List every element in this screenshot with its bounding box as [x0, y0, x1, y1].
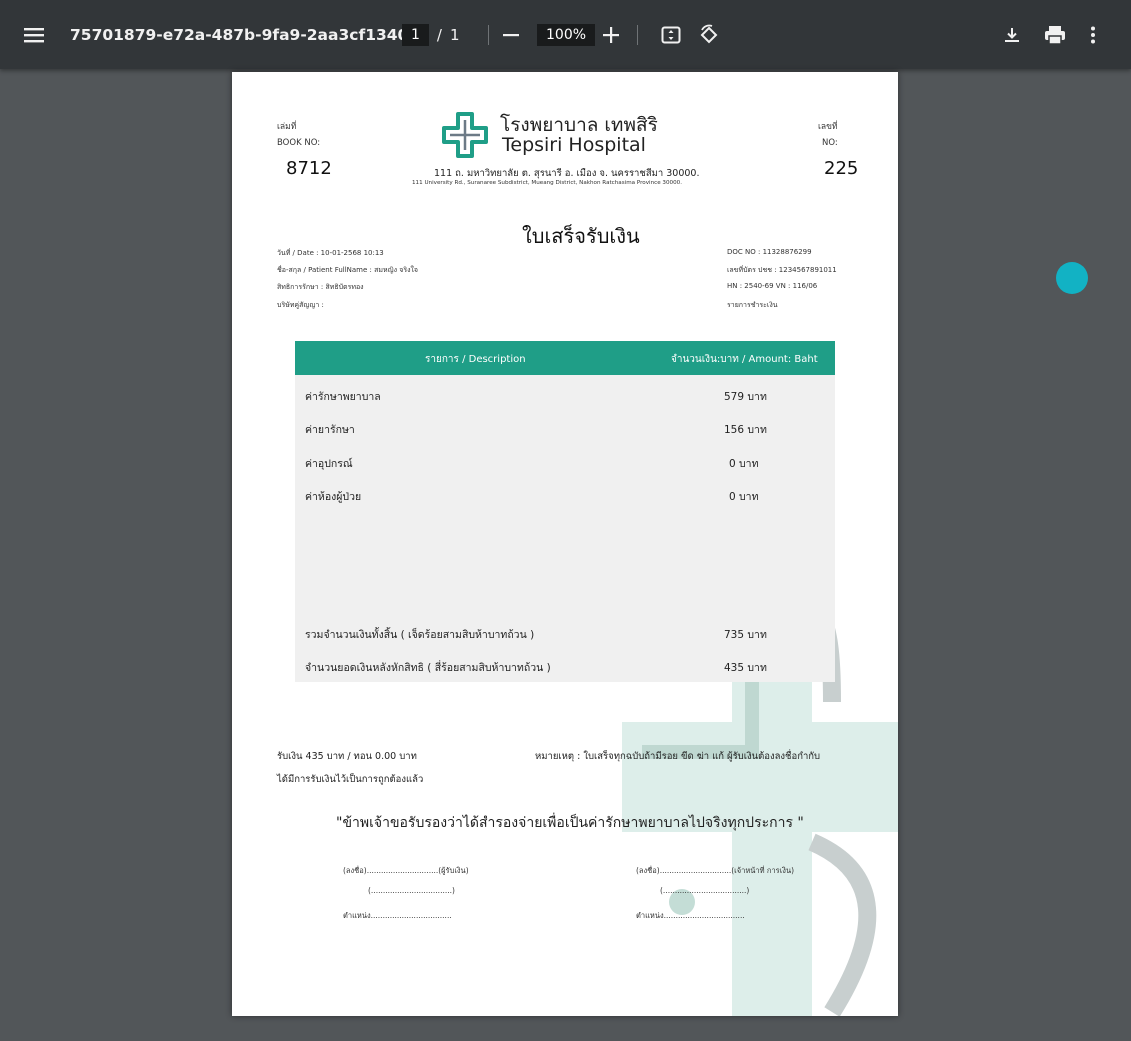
signature-finance-name: (...................................) [660, 886, 750, 895]
more-icon[interactable] [1090, 0, 1096, 69]
net-amount: 435 บาท [724, 662, 767, 674]
item-amount: 156 บาท [724, 424, 767, 436]
cursor-indicator [1056, 262, 1088, 294]
signature-receiver: (ลงชื่อ)..............................(ผ… [343, 866, 469, 875]
signature-finance: (ลงชื่อ)..............................(เ… [636, 866, 794, 875]
document-title: 75701879-e72a-487b-9fa9-2aa3cf13402e [70, 25, 430, 44]
total-label: รวมจำนวนเงินทั้งสิ้น ( เจ็ดร้อยสามสิบห้า… [305, 629, 535, 641]
hn-vn-line: HN : 2540-69 VN : 116/06 [727, 282, 818, 290]
items-table-body: ค่ารักษาพยาบาล 579 บาท ค่ายารักษา 156 บา… [295, 375, 835, 682]
document-page: เล่มที่ BOOK NO: 8712 โรงพยาบาล เทพสิริ … [232, 72, 898, 1016]
patient-name-line: ชื่อ-สกุล / Patient FullName : สมหญิง จร… [277, 266, 419, 274]
zoom-out-icon[interactable] [503, 0, 519, 69]
total-amount: 735 บาท [724, 629, 767, 641]
no-label-en: NO: [822, 138, 838, 148]
book-number: 8712 [286, 158, 332, 179]
page-separator: / [436, 25, 442, 44]
signature-receiver-position: ตำแหน่ง.................................… [343, 911, 452, 920]
item-label: ค่าห้องผู้ป่วย [305, 491, 362, 503]
menu-icon[interactable] [22, 0, 46, 69]
zoom-value[interactable]: 100% [537, 23, 596, 46]
rotate-icon[interactable] [698, 0, 720, 69]
net-label: จำนวนยอดเงินหลังหักสิทธิ ( สี่ร้อยสามสิบ… [305, 662, 551, 674]
book-label-th: เล่มที่ [277, 122, 297, 132]
description-column-header: รายการ / Description [425, 354, 526, 365]
pdf-toolbar: 75701879-e72a-487b-9fa9-2aa3cf13402e 1 /… [0, 0, 1131, 69]
download-icon[interactable] [1003, 0, 1021, 69]
item-label: ค่ารักษาพยาบาล [305, 391, 381, 403]
date-line: วันที่ / Date : 10-01-2568 10:13 [277, 249, 384, 257]
received-confirm-line: ได้มีการรับเงินไว้เป็นการถูกต้องแล้ว [277, 774, 424, 785]
hospital-name-en: Tepsiri Hospital [502, 134, 646, 156]
payment-line: รายการชำระเงิน [727, 301, 778, 309]
print-icon[interactable] [1044, 0, 1066, 69]
item-amount: 0 บาท [729, 458, 759, 470]
company-line: บริษัทคู่สัญญา : [277, 301, 324, 309]
item-amount: 0 บาท [729, 491, 759, 503]
doc-no-line: DOC NO : 11328876299 [727, 248, 812, 256]
zoom-in-icon[interactable] [603, 0, 619, 69]
page-indicator: 1 / 1 [402, 0, 460, 69]
treatment-rights-line: สิทธิการรักษา : สิทธิบัตรทอง [277, 283, 364, 291]
hospital-address-th: 111 ถ. มหาวิทยาลัย ต. สุรนารี อ. เมือง จ… [434, 168, 700, 179]
item-label: ค่าอุปกรณ์ [305, 458, 353, 470]
remark-line: หมายเหตุ : ใบเสร็จทุกฉบับถ้ามีรอย ขีด ฆ่… [535, 751, 821, 762]
divider [637, 0, 638, 69]
no-label-th: เลขที่ [818, 122, 838, 132]
item-amount: 579 บาท [724, 391, 767, 403]
items-table-header: รายการ / Description จำนวนเงิน:บาท / Amo… [295, 341, 835, 375]
item-label: ค่ายารักษา [305, 424, 355, 436]
page-total: 1 [449, 25, 460, 44]
book-label-en: BOOK NO: [277, 138, 321, 148]
divider [488, 0, 489, 69]
fit-page-icon[interactable] [661, 0, 681, 69]
id-card-line: เลขที่บัตร ปชช : 1234567891011 [727, 266, 837, 274]
hospital-address-en: 111 University Rd., Suranaree Subdistric… [412, 180, 683, 186]
certification-statement: "ข้าพเจ้าขอรับรองว่าได้สำรองจ่ายเพื่อเป็… [336, 815, 804, 831]
signature-receiver-name: (..................................) [368, 886, 455, 895]
receipt-number: 225 [824, 158, 859, 179]
hospital-logo-icon [442, 112, 488, 158]
received-line: รับเงิน 435 บาท / ทอน 0.00 บาท [277, 751, 417, 762]
page-number-input[interactable]: 1 [402, 23, 429, 46]
document-heading: ใบเสร็จรับเงิน [522, 224, 640, 248]
zoom-level[interactable]: 100% [537, 0, 596, 69]
signature-finance-position: ตำแหน่ง.................................… [636, 911, 745, 920]
amount-column-header: จำนวนเงิน:บาท / Amount: Baht [671, 354, 818, 365]
